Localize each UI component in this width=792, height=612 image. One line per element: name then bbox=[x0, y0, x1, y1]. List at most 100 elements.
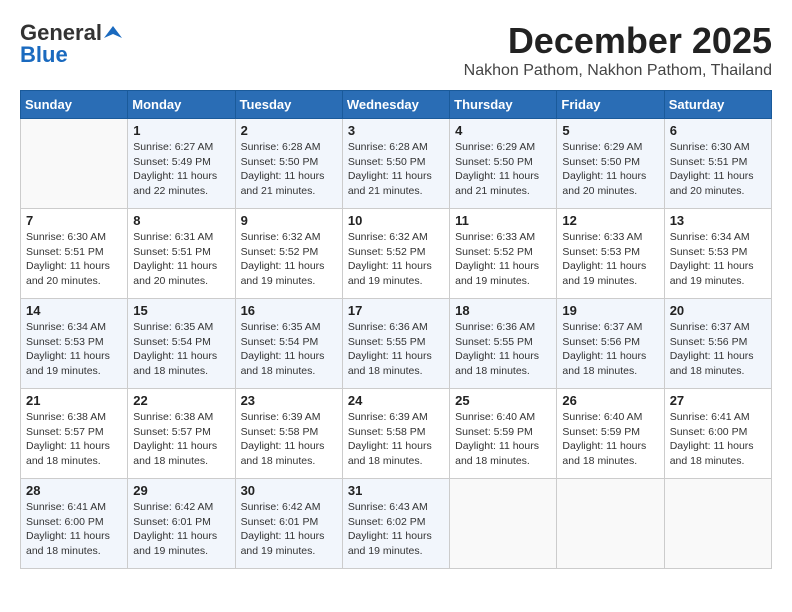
sunset-text: Sunset: 5:50 PM bbox=[241, 156, 319, 168]
sunrise-text: Sunrise: 6:31 AM bbox=[133, 231, 213, 243]
month-title: December 2025 bbox=[464, 20, 772, 62]
daylight-text: Daylight: 11 hours and 18 minutes. bbox=[26, 440, 110, 467]
day-info: Sunrise: 6:38 AM Sunset: 5:57 PM Dayligh… bbox=[133, 410, 229, 469]
daylight-text: Daylight: 11 hours and 18 minutes. bbox=[562, 350, 646, 377]
daylight-text: Daylight: 11 hours and 21 minutes. bbox=[455, 170, 539, 197]
day-number: 16 bbox=[241, 303, 337, 318]
sunrise-text: Sunrise: 6:42 AM bbox=[133, 501, 213, 513]
calendar-cell: 12 Sunrise: 6:33 AM Sunset: 5:53 PM Dayl… bbox=[557, 209, 664, 299]
day-info: Sunrise: 6:38 AM Sunset: 5:57 PM Dayligh… bbox=[26, 410, 122, 469]
sunset-text: Sunset: 6:01 PM bbox=[133, 516, 211, 528]
day-number: 28 bbox=[26, 483, 122, 498]
sunset-text: Sunset: 6:00 PM bbox=[26, 516, 104, 528]
calendar-cell: 16 Sunrise: 6:35 AM Sunset: 5:54 PM Dayl… bbox=[235, 299, 342, 389]
day-number: 9 bbox=[241, 213, 337, 228]
calendar-cell: 8 Sunrise: 6:31 AM Sunset: 5:51 PM Dayli… bbox=[128, 209, 235, 299]
sunrise-text: Sunrise: 6:40 AM bbox=[562, 411, 642, 423]
daylight-text: Daylight: 11 hours and 19 minutes. bbox=[26, 350, 110, 377]
day-info: Sunrise: 6:35 AM Sunset: 5:54 PM Dayligh… bbox=[241, 320, 337, 379]
sunset-text: Sunset: 5:57 PM bbox=[26, 426, 104, 438]
calendar-week-row: 1 Sunrise: 6:27 AM Sunset: 5:49 PM Dayli… bbox=[21, 119, 772, 209]
day-number: 1 bbox=[133, 123, 229, 138]
day-number: 25 bbox=[455, 393, 551, 408]
day-info: Sunrise: 6:32 AM Sunset: 5:52 PM Dayligh… bbox=[348, 230, 444, 289]
sunrise-text: Sunrise: 6:37 AM bbox=[562, 321, 642, 333]
calendar-cell: 10 Sunrise: 6:32 AM Sunset: 5:52 PM Dayl… bbox=[342, 209, 449, 299]
day-number: 2 bbox=[241, 123, 337, 138]
calendar-cell: 26 Sunrise: 6:40 AM Sunset: 5:59 PM Dayl… bbox=[557, 389, 664, 479]
daylight-text: Daylight: 11 hours and 20 minutes. bbox=[26, 260, 110, 287]
sunset-text: Sunset: 5:57 PM bbox=[133, 426, 211, 438]
day-of-week-header: Sunday bbox=[21, 91, 128, 119]
sunset-text: Sunset: 5:53 PM bbox=[562, 246, 640, 258]
sunrise-text: Sunrise: 6:29 AM bbox=[562, 141, 642, 153]
calendar-cell: 21 Sunrise: 6:38 AM Sunset: 5:57 PM Dayl… bbox=[21, 389, 128, 479]
daylight-text: Daylight: 11 hours and 18 minutes. bbox=[133, 350, 217, 377]
calendar-cell: 11 Sunrise: 6:33 AM Sunset: 5:52 PM Dayl… bbox=[450, 209, 557, 299]
daylight-text: Daylight: 11 hours and 19 minutes. bbox=[348, 260, 432, 287]
sunrise-text: Sunrise: 6:34 AM bbox=[670, 231, 750, 243]
daylight-text: Daylight: 11 hours and 21 minutes. bbox=[241, 170, 325, 197]
day-number: 13 bbox=[670, 213, 766, 228]
sunset-text: Sunset: 5:56 PM bbox=[562, 336, 640, 348]
calendar-cell: 23 Sunrise: 6:39 AM Sunset: 5:58 PM Dayl… bbox=[235, 389, 342, 479]
sunrise-text: Sunrise: 6:39 AM bbox=[241, 411, 321, 423]
day-number: 8 bbox=[133, 213, 229, 228]
sunrise-text: Sunrise: 6:35 AM bbox=[133, 321, 213, 333]
daylight-text: Daylight: 11 hours and 19 minutes. bbox=[133, 530, 217, 557]
sunset-text: Sunset: 5:50 PM bbox=[562, 156, 640, 168]
day-info: Sunrise: 6:36 AM Sunset: 5:55 PM Dayligh… bbox=[455, 320, 551, 379]
day-of-week-header: Thursday bbox=[450, 91, 557, 119]
calendar-table: SundayMondayTuesdayWednesdayThursdayFrid… bbox=[20, 90, 772, 569]
calendar-cell: 7 Sunrise: 6:30 AM Sunset: 5:51 PM Dayli… bbox=[21, 209, 128, 299]
sunrise-text: Sunrise: 6:33 AM bbox=[562, 231, 642, 243]
calendar-cell: 9 Sunrise: 6:32 AM Sunset: 5:52 PM Dayli… bbox=[235, 209, 342, 299]
day-number: 3 bbox=[348, 123, 444, 138]
calendar-cell bbox=[450, 479, 557, 569]
sunset-text: Sunset: 5:53 PM bbox=[26, 336, 104, 348]
sunset-text: Sunset: 5:50 PM bbox=[455, 156, 533, 168]
calendar-cell bbox=[21, 119, 128, 209]
sunset-text: Sunset: 5:54 PM bbox=[241, 336, 319, 348]
daylight-text: Daylight: 11 hours and 18 minutes. bbox=[348, 350, 432, 377]
day-number: 14 bbox=[26, 303, 122, 318]
sunset-text: Sunset: 5:50 PM bbox=[348, 156, 426, 168]
day-number: 7 bbox=[26, 213, 122, 228]
day-number: 31 bbox=[348, 483, 444, 498]
calendar-cell: 27 Sunrise: 6:41 AM Sunset: 6:00 PM Dayl… bbox=[664, 389, 771, 479]
sunrise-text: Sunrise: 6:38 AM bbox=[26, 411, 106, 423]
sunrise-text: Sunrise: 6:41 AM bbox=[670, 411, 750, 423]
daylight-text: Daylight: 11 hours and 18 minutes. bbox=[133, 440, 217, 467]
calendar-cell: 18 Sunrise: 6:36 AM Sunset: 5:55 PM Dayl… bbox=[450, 299, 557, 389]
sunrise-text: Sunrise: 6:39 AM bbox=[348, 411, 428, 423]
calendar-cell: 19 Sunrise: 6:37 AM Sunset: 5:56 PM Dayl… bbox=[557, 299, 664, 389]
sunset-text: Sunset: 5:55 PM bbox=[455, 336, 533, 348]
day-number: 5 bbox=[562, 123, 658, 138]
day-info: Sunrise: 6:34 AM Sunset: 5:53 PM Dayligh… bbox=[26, 320, 122, 379]
sunset-text: Sunset: 5:52 PM bbox=[348, 246, 426, 258]
calendar-week-row: 21 Sunrise: 6:38 AM Sunset: 5:57 PM Dayl… bbox=[21, 389, 772, 479]
calendar-cell: 25 Sunrise: 6:40 AM Sunset: 5:59 PM Dayl… bbox=[450, 389, 557, 479]
daylight-text: Daylight: 11 hours and 18 minutes. bbox=[348, 440, 432, 467]
daylight-text: Daylight: 11 hours and 18 minutes. bbox=[670, 440, 754, 467]
sunset-text: Sunset: 5:58 PM bbox=[348, 426, 426, 438]
day-info: Sunrise: 6:41 AM Sunset: 6:00 PM Dayligh… bbox=[670, 410, 766, 469]
day-number: 4 bbox=[455, 123, 551, 138]
sunrise-text: Sunrise: 6:33 AM bbox=[455, 231, 535, 243]
calendar-cell: 22 Sunrise: 6:38 AM Sunset: 5:57 PM Dayl… bbox=[128, 389, 235, 479]
daylight-text: Daylight: 11 hours and 20 minutes. bbox=[562, 170, 646, 197]
calendar-cell: 24 Sunrise: 6:39 AM Sunset: 5:58 PM Dayl… bbox=[342, 389, 449, 479]
daylight-text: Daylight: 11 hours and 18 minutes. bbox=[26, 530, 110, 557]
sunset-text: Sunset: 5:51 PM bbox=[133, 246, 211, 258]
day-of-week-header: Friday bbox=[557, 91, 664, 119]
day-number: 21 bbox=[26, 393, 122, 408]
sunrise-text: Sunrise: 6:36 AM bbox=[455, 321, 535, 333]
sunset-text: Sunset: 5:59 PM bbox=[562, 426, 640, 438]
calendar-cell: 30 Sunrise: 6:42 AM Sunset: 6:01 PM Dayl… bbox=[235, 479, 342, 569]
calendar-cell bbox=[557, 479, 664, 569]
sunset-text: Sunset: 6:01 PM bbox=[241, 516, 319, 528]
sunset-text: Sunset: 6:00 PM bbox=[670, 426, 748, 438]
sunset-text: Sunset: 5:55 PM bbox=[348, 336, 426, 348]
day-number: 15 bbox=[133, 303, 229, 318]
day-number: 30 bbox=[241, 483, 337, 498]
